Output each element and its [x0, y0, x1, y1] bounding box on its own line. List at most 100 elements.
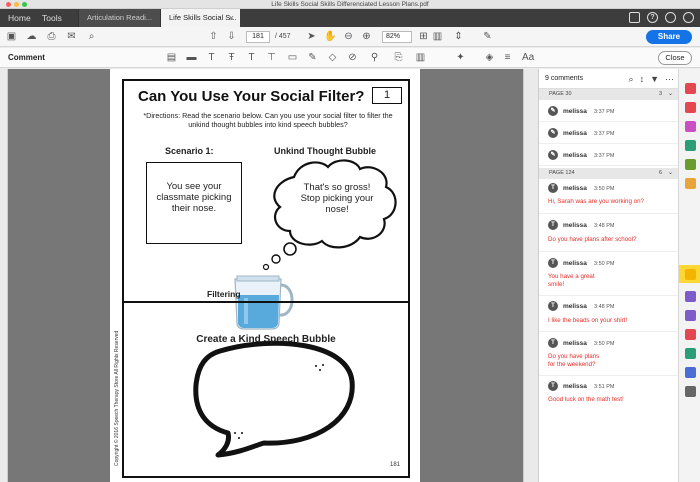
page-display-icon[interactable]: ▥ — [432, 31, 443, 42]
comment-author: melissa — [563, 222, 587, 229]
group-count: 3 — [658, 91, 662, 97]
search-comments-icon[interactable]: ⌕ — [629, 74, 634, 85]
edit-pdf-icon[interactable] — [685, 121, 696, 132]
tools-tab[interactable]: Tools — [42, 9, 62, 27]
combine-files-icon[interactable] — [685, 102, 696, 113]
fill-sign-icon[interactable] — [685, 291, 696, 302]
comment-item[interactable]: ✎ melissa 3:37 PM — [539, 122, 678, 144]
pin-icon[interactable]: ✦ — [455, 52, 466, 63]
request-signatures-icon[interactable] — [685, 178, 696, 189]
notifications-icon[interactable] — [665, 12, 676, 23]
main-toolbar: ▣ ☁ ⎙ ✉ ⌕ ⇧ ⇩ 181 / 457 ➤ ✋ ⊖ ⊕ 82% ⊞ ▥ … — [0, 27, 700, 47]
attach-icon[interactable]: ⎘ — [393, 52, 404, 63]
comment-item[interactable]: T melissa 3:50 PM You have a great smile… — [539, 252, 678, 296]
hand-tool-icon[interactable]: ✋ — [324, 31, 336, 42]
text-comment-icon[interactable]: ▭ — [287, 52, 298, 63]
chevron-down-icon[interactable]: ⌄ — [668, 89, 673, 100]
print-icon[interactable]: ⎙ — [46, 31, 57, 42]
comment-group-header[interactable]: PAGE 30 3 ⌄ — [539, 89, 678, 100]
window-title: Life Skills Social Skills Differenciated… — [271, 1, 429, 8]
avatar: T — [548, 220, 558, 230]
unkind-bubble-title: Unkind Thought Bubble — [274, 146, 376, 156]
comments-count: 9 comments — [545, 75, 584, 82]
close-label: Close — [665, 53, 685, 62]
export-pdf-icon[interactable] — [685, 140, 696, 151]
comment-author: melissa — [563, 340, 587, 347]
record-audio-icon[interactable]: ▥ — [415, 52, 426, 63]
document-scrollbar[interactable] — [523, 69, 538, 482]
page-number-input[interactable]: 181 — [246, 31, 270, 43]
chat-icon[interactable] — [629, 12, 640, 23]
sticky-note-icon[interactable]: ▤ — [166, 52, 177, 63]
close-tab-icon[interactable]: × — [229, 9, 234, 27]
sign-icon[interactable]: ✎ — [482, 31, 493, 42]
comment-time: 3:48 PM — [594, 223, 615, 229]
stamp-icon[interactable]: ⚲ — [369, 52, 380, 63]
thought-bubble-dot-small — [262, 263, 270, 271]
fit-page-icon[interactable]: ⊞ — [418, 31, 429, 42]
search-icon[interactable]: ⌕ — [86, 31, 97, 42]
help-icon[interactable]: ? — [647, 12, 658, 23]
home-tab[interactable]: Home — [8, 9, 31, 27]
comment-item[interactable]: ✎ melissa 3:37 PM — [539, 100, 678, 122]
email-icon[interactable]: ✉ — [66, 31, 77, 42]
group-label: PAGE 30 — [549, 91, 572, 97]
comment-text: Good luck on the math test! — [548, 396, 624, 403]
line-width-icon[interactable]: ≡ — [502, 52, 513, 63]
comment-author: melissa — [563, 152, 587, 159]
thought-bubble-dot-medium — [271, 254, 281, 264]
highlight-icon[interactable]: ▬ — [186, 52, 197, 63]
replace-text-icon[interactable]: T — [246, 52, 257, 63]
avatar: T — [548, 301, 558, 311]
zoom-level-select[interactable]: 82% — [382, 31, 412, 43]
share-button[interactable]: Share — [646, 30, 692, 44]
account-icon[interactable] — [683, 12, 694, 23]
send-for-review-icon[interactable] — [685, 310, 696, 321]
zoom-in-icon[interactable]: ⊕ — [361, 31, 372, 42]
comment-item[interactable]: T melissa 3:50 PM Do you have plans for … — [539, 332, 678, 376]
tab-life-skills[interactable]: Life Skills Social S... × — [160, 9, 240, 27]
comment-author: melissa — [563, 185, 587, 192]
fill-color-icon[interactable]: ◈ — [484, 52, 495, 63]
text-box-icon[interactable]: ⊤ — [266, 52, 277, 63]
font-size-icon[interactable]: Aa — [522, 52, 534, 63]
comment-author: melissa — [563, 303, 587, 310]
comment-item[interactable]: T melissa 3:48 PM Do you have plans afte… — [539, 214, 678, 252]
zoom-out-icon[interactable]: ⊖ — [343, 31, 354, 42]
chevron-down-icon[interactable]: ⌄ — [668, 168, 673, 179]
underline-text-icon[interactable]: T — [206, 52, 217, 63]
section-divider — [124, 301, 408, 303]
more-tools-icon[interactable] — [685, 386, 696, 397]
comment-text: Do you have plans for the weekend? — [548, 353, 600, 368]
more-options-icon[interactable]: ⋯ — [665, 74, 674, 85]
scroll-mode-icon[interactable]: ⇕ — [453, 31, 464, 42]
protect-icon[interactable] — [685, 367, 696, 378]
filter-icon[interactable]: ▼ — [650, 74, 659, 85]
upload-icon[interactable]: ☁ — [26, 31, 37, 42]
speech-bubble — [193, 340, 355, 458]
tab-articulation[interactable]: Articulation Readi... — [78, 9, 160, 27]
comment-item[interactable]: ✎ melissa 3:37 PM — [539, 144, 678, 166]
comment-tool-icon[interactable] — [685, 269, 696, 280]
pencil-icon: ✎ — [548, 128, 558, 138]
comment-item[interactable]: T melissa 3:50 PM Hi, Sarah was are you … — [539, 179, 678, 214]
left-panel-toggle[interactable] — [0, 69, 8, 482]
close-comment-button[interactable]: Close — [658, 51, 692, 65]
draw-icon[interactable]: ✎ — [307, 52, 318, 63]
save-icon[interactable]: ▣ — [6, 31, 17, 42]
scan-ocr-icon[interactable] — [685, 329, 696, 340]
next-page-icon[interactable]: ⇩ — [226, 31, 237, 42]
select-cursor-icon[interactable]: ➤ — [306, 31, 317, 42]
print-production-icon[interactable] — [685, 348, 696, 359]
create-pdf-icon[interactable] — [685, 83, 696, 94]
comment-item[interactable]: T melissa 3:48 PM I like the beads on yo… — [539, 296, 678, 332]
eraser-icon[interactable]: ◇ — [327, 52, 338, 63]
comment-item[interactable]: T melissa 3:51 PM Good luck on the math … — [539, 376, 678, 412]
thought-bubble-dot-large — [283, 242, 297, 256]
strikethrough-text-icon[interactable]: Ŧ — [226, 52, 237, 63]
comment-group-header[interactable]: PAGE 124 6 ⌄ — [539, 168, 678, 179]
shapes-icon[interactable]: ⊘ — [347, 52, 358, 63]
sort-icon[interactable]: ↕ — [640, 74, 645, 85]
organize-pages-icon[interactable] — [685, 159, 696, 170]
prev-page-icon[interactable]: ⇧ — [208, 31, 219, 42]
